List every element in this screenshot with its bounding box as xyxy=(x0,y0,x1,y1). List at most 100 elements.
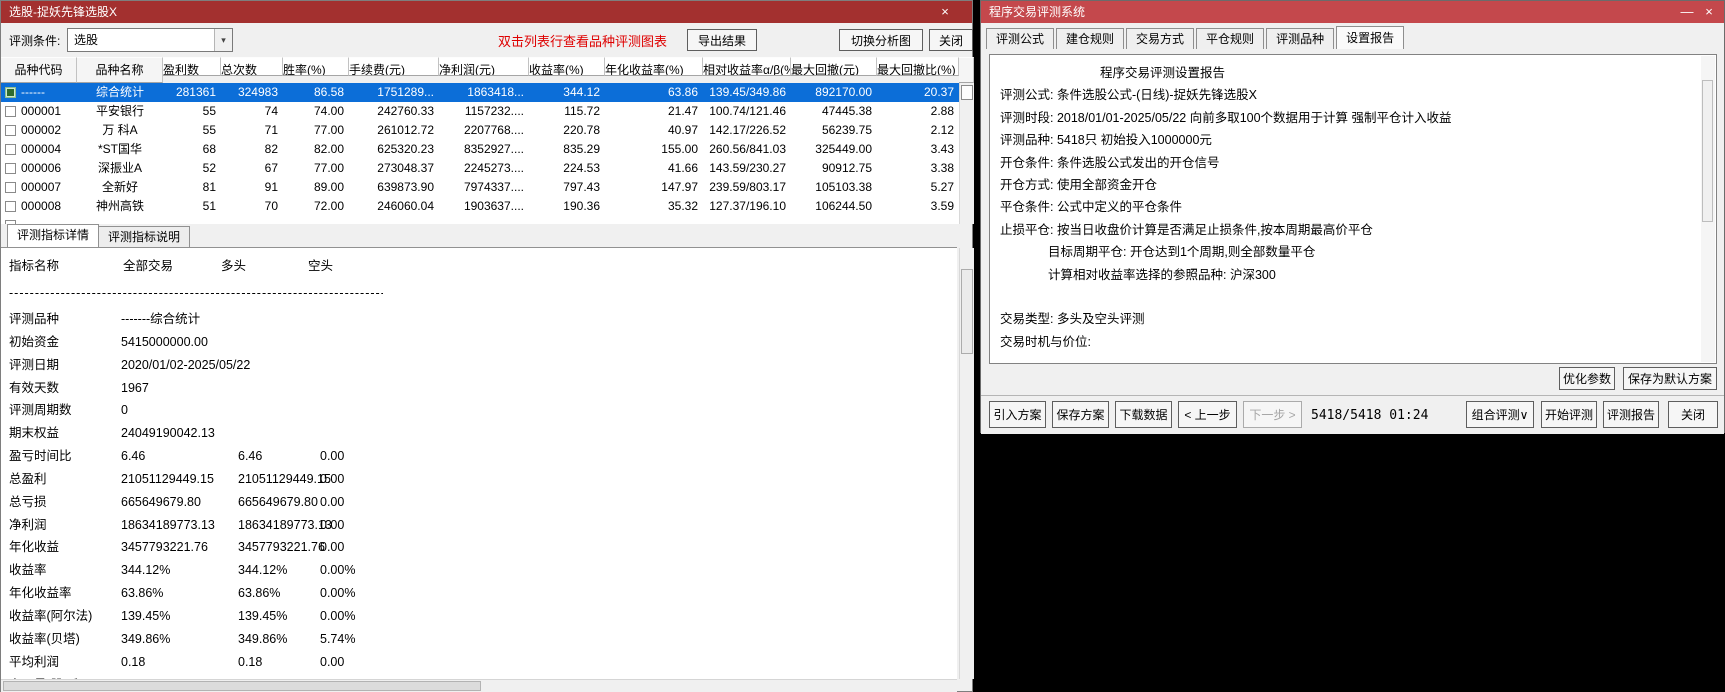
column-header-10[interactable]: 最大回撤(元) xyxy=(791,57,877,76)
table-cell: 000008 xyxy=(1,197,77,216)
tab-1[interactable]: 建仓规则 xyxy=(1056,28,1125,49)
import-plan-button[interactable]: 引入方案 xyxy=(989,401,1046,428)
download-data-button[interactable]: 下载数据 xyxy=(1115,401,1172,428)
detail-cell: 0.00 xyxy=(320,654,345,669)
close-icon[interactable]: × xyxy=(936,1,954,23)
close-icon[interactable]: × xyxy=(1700,1,1718,23)
table-cell: 90912.75 xyxy=(821,161,872,175)
export-button[interactable]: 导出结果 xyxy=(687,29,757,51)
checkbox-icon[interactable] xyxy=(5,163,16,174)
report-line: 开仓方式: 使用全部资金开仓 xyxy=(1000,177,1157,192)
close-window-button[interactable]: 关闭 xyxy=(929,29,973,51)
scrollbar-thumb[interactable] xyxy=(3,681,481,691)
column-header-3[interactable]: 总次数 xyxy=(221,57,283,76)
table-cell xyxy=(791,216,877,224)
checkbox-icon[interactable] xyxy=(5,125,16,136)
table-cell: 1157232.... xyxy=(464,104,524,118)
table-cell: 261012.72 xyxy=(377,123,434,137)
separator-line: ----------------------------------------… xyxy=(9,286,383,300)
detail-cell: 1967 xyxy=(121,380,149,395)
column-header-11[interactable]: 最大回撤比(%) xyxy=(877,57,959,76)
table-row-000004[interactable]: 000004 *ST国华 68 82 82.00 625320.23 8352927....… xyxy=(1,140,959,159)
chevron-down-icon[interactable]: ▾ xyxy=(214,29,232,51)
checkbox-icon[interactable] xyxy=(5,144,16,155)
detail-cell: 0.00% xyxy=(320,563,356,578)
tab-indicator-detail[interactable]: 评测指标详情 xyxy=(7,224,100,247)
table-row-000008[interactable]: 000008 神州高铁 51 70 72.00 246060.04 1903637.... 1… xyxy=(1,197,959,216)
tab-4[interactable]: 评测品种 xyxy=(1266,28,1335,49)
detail-cell: 63.86% xyxy=(238,586,281,601)
table-row-partial[interactable] xyxy=(1,216,959,224)
detail-cell xyxy=(238,331,320,354)
scrollbar-thumb[interactable] xyxy=(961,85,973,100)
detail-cell: 收益率(贝塔) xyxy=(9,631,80,646)
bottom-bar: 引入方案 保存方案 下载数据 < 上一步 下一步 > 5418/5418 01:… xyxy=(981,395,1724,434)
table-row-------[interactable]: ------ 综合统计 281361 324983 86.58 1751289... 186… xyxy=(1,83,959,102)
checkbox-icon[interactable] xyxy=(5,201,16,212)
left-window-titlebar[interactable]: 选股-捉妖先锋选股X × xyxy=(1,1,972,23)
table-row-000002[interactable]: 000002 万 科A 55 71 77.00 261012.72 2207768.... 2… xyxy=(1,121,959,140)
stock-code: 000001 xyxy=(21,104,62,118)
save-plan-button[interactable]: 保存方案 xyxy=(1052,401,1109,428)
tab-0[interactable]: 评测公式 xyxy=(986,28,1055,49)
detail-cell: 0 xyxy=(121,403,128,418)
close-button[interactable]: 关闭 xyxy=(1668,401,1718,428)
table-cell: 324983 xyxy=(237,85,278,99)
stock-code: 000006 xyxy=(21,161,62,175)
detail-cell: 0.00% xyxy=(320,608,356,623)
condition-dropdown[interactable]: 选股 ▾ xyxy=(67,28,233,52)
table-cell: 综合统计 xyxy=(95,85,144,99)
column-header-0[interactable]: 品种代码 xyxy=(1,57,77,83)
table-scrollbar[interactable] xyxy=(959,83,974,224)
column-header-8[interactable]: 年化收益率(%) xyxy=(605,57,703,76)
table-cell: 106244.50 xyxy=(815,199,872,213)
report-box: 程序交易评测设置报告 评测公式: 条件选股公式-(日线)-捉妖先锋选股X 评测时段… xyxy=(989,54,1717,364)
minimize-icon[interactable]: — xyxy=(1678,1,1696,23)
column-header-5[interactable]: 手续费(元) xyxy=(349,57,439,76)
eval-report-button[interactable]: 评测报告 xyxy=(1603,401,1659,428)
detail-scrollbar[interactable] xyxy=(959,248,974,679)
table-cell xyxy=(703,216,791,224)
report-title: 程序交易评测设置报告 xyxy=(1100,66,1226,80)
tab-3[interactable]: 平仓规则 xyxy=(1196,28,1265,49)
report-scrollbar[interactable] xyxy=(1701,56,1715,362)
table-cell: 142.17/226.52 xyxy=(709,123,786,137)
table-cell: 81 xyxy=(202,180,216,194)
table-row-000001[interactable]: 000001 平安银行 55 74 74.00 242760.33 1157232.... 1… xyxy=(1,102,959,121)
table-cell: *ST国华 xyxy=(97,142,142,156)
checkbox-icon[interactable] xyxy=(5,106,16,117)
table-cell: 深振业A xyxy=(97,161,142,175)
start-eval-button[interactable]: 开始评测 xyxy=(1541,401,1597,428)
table-cell xyxy=(77,216,163,224)
column-header-9[interactable]: 相对收益率α/β(%) xyxy=(703,57,791,76)
switch-chart-button[interactable]: 切换分析图 xyxy=(839,29,923,51)
column-header-7[interactable]: 收益率(%) xyxy=(529,57,605,76)
tab-5[interactable]: 设置报告 xyxy=(1336,26,1405,49)
horizontal-scrollbar[interactable] xyxy=(1,679,957,692)
table-cell: 神州高铁 xyxy=(95,199,144,213)
tab-2[interactable]: 交易方式 xyxy=(1126,28,1195,49)
column-header-2[interactable]: 盈利数 xyxy=(163,57,221,76)
scrollbar-thumb[interactable] xyxy=(961,269,973,354)
table-cell: 20.37 xyxy=(923,85,954,99)
column-header-4[interactable]: 胜率(%) xyxy=(283,57,349,76)
combo-eval-button[interactable]: 组合评测∨ xyxy=(1466,401,1534,428)
right-window-titlebar[interactable]: 程序交易评测系统 — × xyxy=(981,1,1724,23)
tab-indicator-description[interactable]: 评测指标说明 xyxy=(98,226,191,247)
table-row-000006[interactable]: 000006 深振业A 52 67 77.00 273048.37 2245273.... 2… xyxy=(1,159,959,178)
checkbox-icon[interactable] xyxy=(5,182,16,193)
table-row-000007[interactable]: 000007 全新好 81 91 89.00 639873.90 7974337.... 79… xyxy=(1,178,959,197)
column-header-1[interactable]: 品种名称 xyxy=(77,57,163,83)
table-cell: 41.66 xyxy=(667,161,698,175)
detail-header-name: 指标名称 xyxy=(9,259,60,273)
save-default-button[interactable]: 保存为默认方案 xyxy=(1623,367,1717,390)
scrollbar-thumb[interactable] xyxy=(1702,80,1713,222)
prev-step-button[interactable]: < 上一步 xyxy=(1178,401,1237,428)
detail-cell: 期末权益 xyxy=(9,426,60,441)
column-header-6[interactable]: 净利润(元) xyxy=(439,57,529,76)
table-cell: 115.72 xyxy=(564,104,600,118)
detail-cell: 0.18 xyxy=(238,654,263,669)
optimize-params-button[interactable]: 优化参数 xyxy=(1559,367,1615,390)
detail-cell: 净利润 xyxy=(9,517,47,532)
table-cell: 77.00 xyxy=(313,123,344,137)
